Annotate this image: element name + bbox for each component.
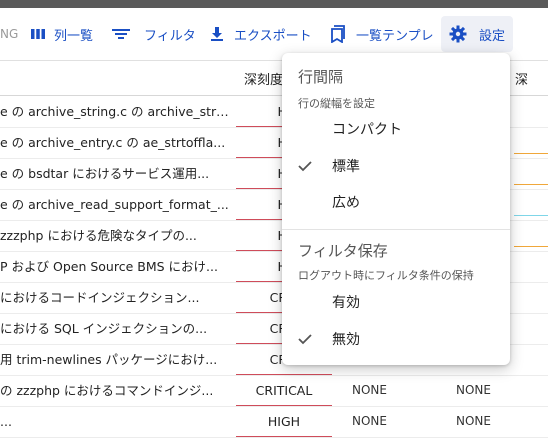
table-cell: NONE [456, 383, 491, 397]
filter-save-subtitle: ログアウト時にフィルタ条件の保持 [298, 269, 474, 282]
table-cell: NONE [456, 414, 491, 428]
vulnerability-title-cell: における SQL インジェクションの... [0, 321, 208, 336]
table-row[interactable]: の zzzphp におけるコマンドインジ... CRITICAL NONE NONE [0, 375, 548, 407]
filter-save-title: フィルタ保存 [298, 242, 388, 260]
settings-label: 設定 [479, 28, 506, 44]
window-top-bar [0, 0, 548, 8]
severity-column-header[interactable]: 深刻度 [244, 61, 283, 95]
toolbar-truncated-label: NG [0, 27, 19, 41]
columns-label: 列一覧 [54, 28, 94, 44]
severity-cell: CRITICAL [255, 383, 313, 398]
vulnerability-title-cell: e の archive_read_support_format_... [0, 197, 229, 212]
filter-save-option-disabled[interactable]: 無効 [298, 323, 494, 355]
filter-button[interactable]: フィルタ [112, 8, 196, 60]
vulnerability-title-cell: e の archive_entry.c の ae_strtofflа... [0, 135, 226, 150]
status-accent-line [514, 153, 548, 154]
vulnerability-title-cell: ... [0, 414, 12, 429]
row-spacing-option-wide[interactable]: 広め [298, 186, 494, 218]
filter-save-option-enabled[interactable]: 有効 [298, 286, 494, 318]
table-cell: NONE [352, 383, 387, 397]
option-label: 無効 [332, 332, 360, 348]
columns-icon [30, 27, 46, 41]
gear-icon [449, 25, 467, 43]
vulnerability-title-cell: におけるコードインジェクション... [0, 290, 200, 305]
option-label: 標準 [332, 159, 360, 175]
severity-underline [236, 436, 332, 437]
export-label: エクスポート [234, 28, 312, 44]
menu-divider [282, 229, 510, 230]
vulnerability-title-cell: e の bsdtar におけるサービス運用... [0, 166, 210, 181]
vulnerability-title-cell: zzzphp における危険なタイプの... [0, 228, 197, 243]
table-cell: NONE [352, 414, 387, 428]
vulnerability-title-cell: の zzzphp におけるコマンドインジ... [0, 383, 214, 398]
columns-button[interactable]: 列一覧 [30, 8, 93, 60]
settings-button[interactable]: 設定 [441, 16, 514, 52]
vulnerability-title-cell: P および Open Source BMS におけ... [0, 259, 218, 274]
status-accent-line [514, 184, 548, 185]
vulnerability-title-cell: e の archive_string.c の archive_stri... [0, 104, 230, 119]
status-accent-line [514, 246, 548, 247]
severity-cell: HIGH [267, 414, 301, 429]
row-spacing-title: 行間隔 [298, 68, 344, 86]
filter-label: フィルタ [144, 28, 196, 44]
check-icon [298, 160, 332, 172]
status-accent-line [514, 215, 548, 216]
row-spacing-subtitle: 行の縦幅を設定 [298, 97, 375, 110]
option-label: コンパクト [332, 122, 402, 138]
row-spacing-option-compact[interactable]: コンパクト [298, 113, 494, 145]
filter-icon [112, 27, 130, 41]
settings-menu: 行間隔 行の縦幅を設定 コンパクト 標準 広め フィルタ保存 ログアウト時にフィ… [282, 53, 510, 365]
option-label: 広め [332, 195, 360, 211]
column-header-truncated[interactable]: 深 [515, 61, 528, 95]
option-label: 有効 [332, 295, 360, 311]
template-label: 一覧テンプレ [356, 28, 434, 44]
table-row[interactable]: ... HIGH NONE NONE [0, 406, 548, 438]
template-icon [330, 25, 346, 43]
row-spacing-option-standard[interactable]: 標準 [298, 150, 494, 182]
download-icon [210, 26, 224, 42]
vulnerability-title-cell: 用 trim-newlines パッケージにおけ... [0, 352, 218, 367]
check-icon [298, 333, 332, 345]
